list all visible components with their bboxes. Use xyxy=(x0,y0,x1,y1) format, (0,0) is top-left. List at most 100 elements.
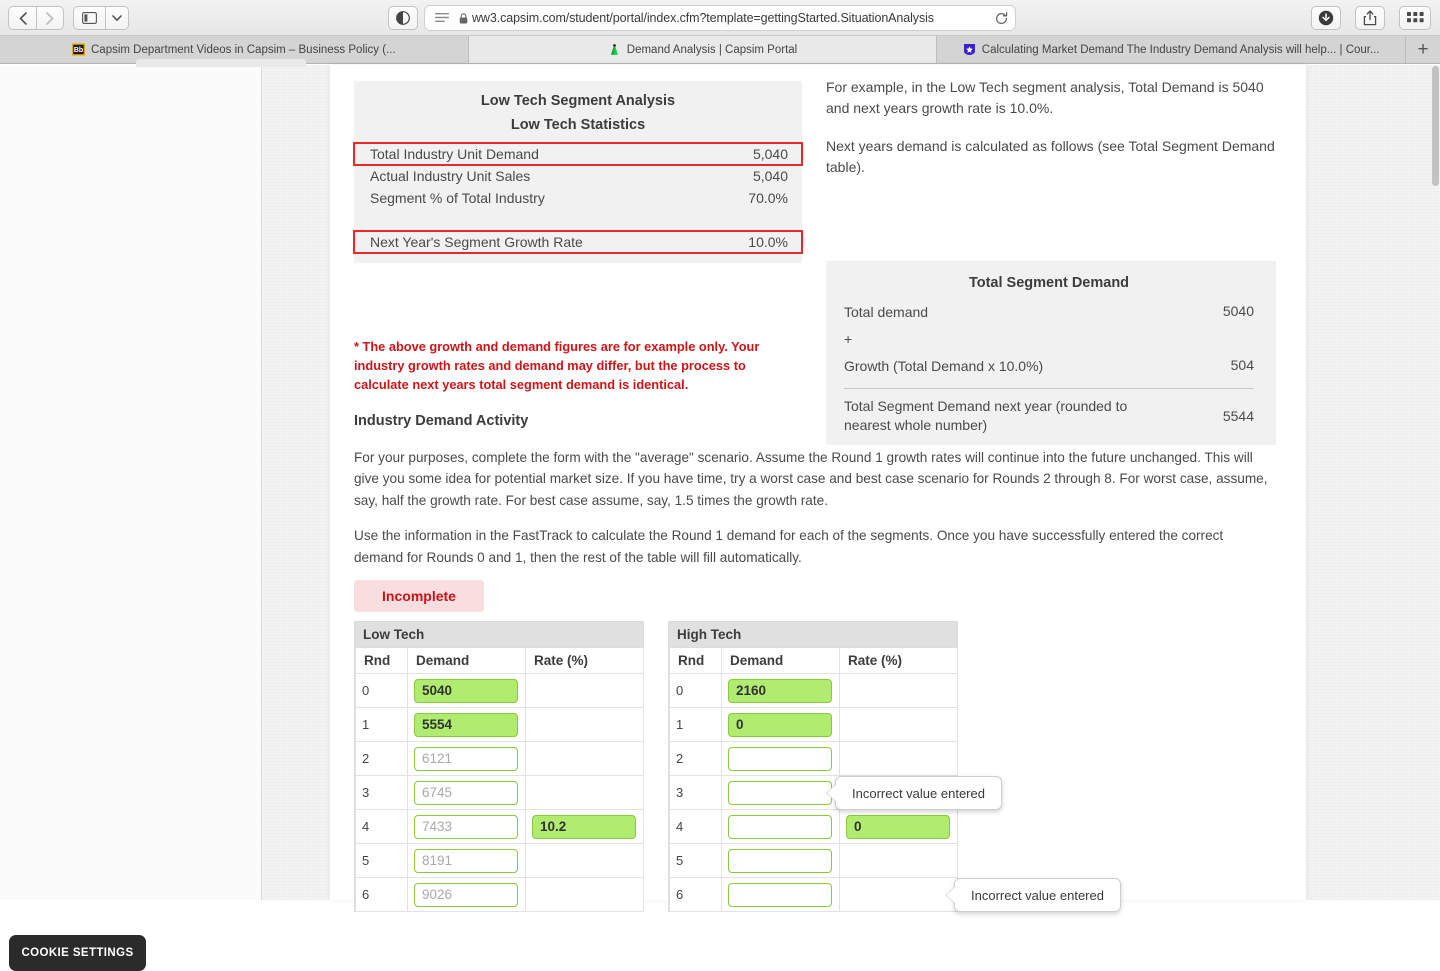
tsd-row-total-demand: Total demand 5040 xyxy=(844,299,1254,326)
demand-cell xyxy=(721,775,840,810)
download-icon xyxy=(1318,10,1334,26)
left-rail xyxy=(0,59,306,900)
rate-cell: 10.2 xyxy=(525,809,644,844)
round-cell: 6 xyxy=(669,877,722,912)
status-badge: Incomplete xyxy=(354,580,484,612)
tsd-row-total-next-year: Total Segment Demand next year (rounded … xyxy=(844,393,1254,439)
round-cell: 3 xyxy=(669,775,722,810)
column-header-rnd: Rnd xyxy=(355,648,408,674)
rate-input[interactable]: 10.2 xyxy=(532,814,636,839)
reader-view-button[interactable] xyxy=(388,6,418,30)
forward-button[interactable] xyxy=(36,6,64,30)
high-tech-demand-table: High Tech Rnd Demand Rate (%) 0 2160 1 0… xyxy=(668,621,958,912)
stat-row-actual-industry-unit-sales: Actual Industry Unit Sales 5,040 xyxy=(354,165,802,187)
rate-cell xyxy=(525,877,644,912)
demand-cell: 5554 xyxy=(407,707,526,742)
downloads-button[interactable] xyxy=(1311,6,1341,30)
demand-input[interactable] xyxy=(728,780,832,805)
chevron-down-icon xyxy=(112,14,122,21)
sidebar-icon xyxy=(82,12,97,24)
tsd-value: 504 xyxy=(1230,356,1254,373)
capsim-icon xyxy=(610,44,618,55)
demand-input[interactable]: 6745 xyxy=(414,780,518,805)
share-icon xyxy=(1363,10,1377,26)
rate-input[interactable]: 0 xyxy=(846,814,950,839)
round-cell: 4 xyxy=(355,809,408,844)
page-scrollbar[interactable] xyxy=(1432,66,1439,186)
table-caption: High Tech xyxy=(669,622,957,648)
demand-input[interactable]: 7433 xyxy=(414,814,518,839)
demand-input[interactable] xyxy=(728,848,832,873)
lock-icon xyxy=(459,12,468,24)
demand-input[interactable]: 5554 xyxy=(414,712,518,737)
rate-cell xyxy=(525,741,644,776)
table-row: 2 6121 xyxy=(355,741,644,776)
sidebar-dropdown-button[interactable] xyxy=(105,6,129,30)
demand-input[interactable] xyxy=(728,746,832,771)
page-surface: Low Tech Segment Analysis Low Tech Stati… xyxy=(0,59,1440,971)
demand-input[interactable] xyxy=(728,882,832,907)
column-header-demand: Demand xyxy=(721,648,840,674)
round-cell: 0 xyxy=(355,673,408,708)
demand-input[interactable]: 2160 xyxy=(728,678,832,703)
round-cell: 5 xyxy=(669,843,722,878)
tab-title: Demand Analysis | Capsim Portal xyxy=(626,43,798,56)
rate-cell xyxy=(839,707,958,742)
browser-tab-2[interactable]: Calculating Market Demand The Industry D… xyxy=(937,36,1407,63)
demand-cell: 9026 xyxy=(407,877,526,912)
demand-input[interactable]: 0 xyxy=(728,712,832,737)
browser-toolbar: ww3.capsim.com/student/portal/index.cfm?… xyxy=(0,0,1440,36)
browser-tab-1[interactable]: Demand Analysis | Capsim Portal xyxy=(468,36,938,63)
tooltip-high-tech-round1: Incorrect value entered xyxy=(835,776,1002,810)
table-row: 1 5554 xyxy=(355,707,644,742)
rate-cell: 0 xyxy=(839,809,958,844)
demand-input[interactable]: 6121 xyxy=(414,746,518,771)
stat-value: 10.0% xyxy=(748,234,788,250)
demand-cell: 2160 xyxy=(721,673,840,708)
demand-input[interactable]: 5040 xyxy=(414,678,518,703)
activity-title: Industry Demand Activity xyxy=(354,413,529,429)
new-tab-button[interactable]: + xyxy=(1406,36,1440,63)
tsd-label: Total demand xyxy=(844,304,929,320)
round-cell: 5 xyxy=(355,843,408,878)
demand-input[interactable]: 8191 xyxy=(414,848,518,873)
reader-view-icon xyxy=(396,11,410,25)
table-row: 6 9026 xyxy=(355,877,644,912)
table-row: 4 0 xyxy=(669,809,958,844)
tab-title: Capsim Department Videos in Capsim – Bus… xyxy=(91,43,396,56)
low-tech-demand-table: Low Tech Rnd Demand Rate (%) 0 5040 1 55… xyxy=(354,621,644,912)
round-cell: 2 xyxy=(669,741,722,776)
stat-label: Next Year's Segment Growth Rate xyxy=(370,234,583,250)
share-button[interactable] xyxy=(1355,6,1385,30)
table-row: 5 8191 xyxy=(355,843,644,878)
sidebar-toggle-button[interactable] xyxy=(73,6,105,30)
cookie-settings-button[interactable]: COOKIE SETTINGS xyxy=(9,935,146,971)
rate-cell xyxy=(525,843,644,878)
disclaimer-text: * The above growth and demand figures ar… xyxy=(354,339,760,393)
demand-cell xyxy=(721,843,840,878)
page-menu-icon[interactable] xyxy=(425,12,459,24)
demand-input[interactable]: 9026 xyxy=(414,882,518,907)
svg-text:Bb: Bb xyxy=(74,47,83,54)
activity-paragraph-2: Use the information in the FastTrack to … xyxy=(354,528,1224,565)
demand-cell xyxy=(721,877,840,912)
total-segment-demand-title: Total Segment Demand xyxy=(968,275,1130,291)
reload-button[interactable] xyxy=(987,11,1015,25)
blackboard-icon: Bb xyxy=(72,43,85,56)
stat-value: 70.0% xyxy=(748,190,788,206)
rate-cell xyxy=(525,707,644,742)
stat-value: 5,040 xyxy=(752,168,788,184)
table-row: 3 6745 xyxy=(355,775,644,810)
round-cell: 2 xyxy=(355,741,408,776)
address-bar[interactable]: ww3.capsim.com/student/portal/index.cfm?… xyxy=(424,5,1016,31)
chevron-left-icon xyxy=(19,11,27,25)
demand-input[interactable] xyxy=(728,814,832,839)
demand-cell: 0 xyxy=(721,707,840,742)
tab-overview-icon xyxy=(1406,12,1424,23)
demand-cell xyxy=(721,741,840,776)
back-button[interactable] xyxy=(8,6,36,30)
rate-cell xyxy=(525,673,644,708)
tsd-value: 5544 xyxy=(1222,407,1254,424)
table-header-row: Rnd Demand Rate (%) xyxy=(355,648,644,674)
tab-overview-button[interactable] xyxy=(1399,6,1431,30)
